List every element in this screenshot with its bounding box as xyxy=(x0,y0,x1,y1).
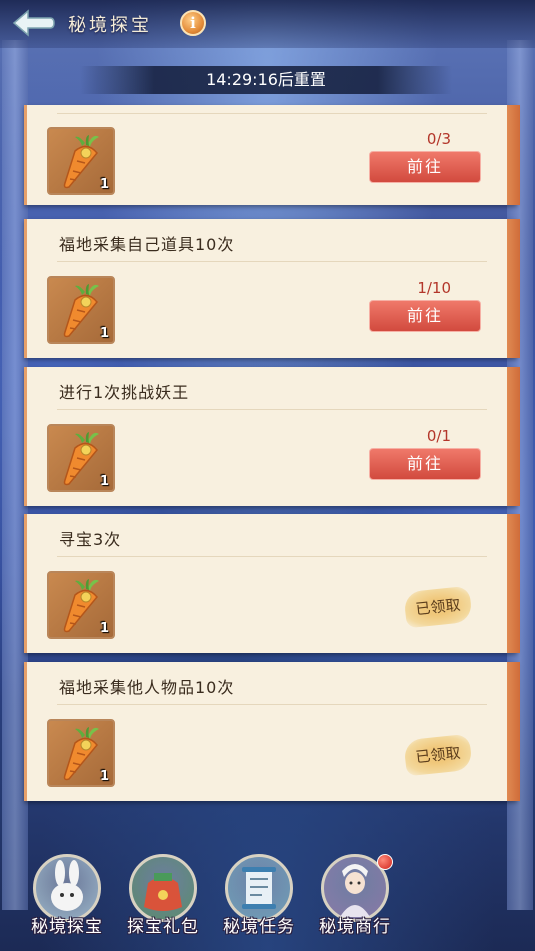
reward-quantity: 1 xyxy=(99,769,109,784)
task-progress: 0/3 xyxy=(426,130,451,148)
reward-item[interactable]: 1 xyxy=(47,276,115,344)
card-divider xyxy=(57,113,487,114)
claimed-badge: 已领取 xyxy=(403,585,473,629)
info-icon[interactable]: i xyxy=(180,10,206,36)
card-divider xyxy=(57,261,487,262)
notification-dot xyxy=(377,854,393,870)
nav-item[interactable]: 秘境任务 xyxy=(211,848,307,948)
nav-label: 秘境任务 xyxy=(223,917,295,937)
task-card: 福地采集他人物品10次 1 已领取 xyxy=(24,662,520,801)
task-title: 福地采集他人物品10次 xyxy=(59,678,235,697)
card-divider xyxy=(57,556,487,557)
go-button[interactable]: 前往 xyxy=(369,448,481,480)
nav-label: 秘境商行 xyxy=(319,917,391,937)
task-progress: 1/10 xyxy=(417,279,451,297)
reward-item[interactable]: 1 xyxy=(47,719,115,787)
reward-item[interactable]: 1 xyxy=(47,127,115,195)
card-divider xyxy=(57,704,487,705)
claimed-badge: 已领取 xyxy=(403,733,473,777)
back-arrow-icon xyxy=(12,9,55,37)
task-title: 进行1次挑战妖王 xyxy=(59,383,190,402)
task-progress: 0/1 xyxy=(426,427,451,445)
task-title: 福地采集自己道具10次 xyxy=(59,235,235,254)
task-card: 进行1次挑战妖王 1 0/1 前往 xyxy=(24,367,520,506)
reward-quantity: 1 xyxy=(99,474,109,489)
reward-quantity: 1 xyxy=(99,177,109,192)
task-card: 福地采集自己道具10次 1 1/10 前往 xyxy=(24,219,520,358)
reward-quantity: 1 xyxy=(99,621,109,636)
reset-timer: 14:29:16后重置 xyxy=(80,66,452,94)
go-button[interactable]: 前往 xyxy=(369,151,481,183)
nav-label: 秘境探宝 xyxy=(31,917,103,937)
reward-item[interactable]: 1 xyxy=(47,424,115,492)
reward-quantity: 1 xyxy=(99,326,109,341)
back-button[interactable] xyxy=(10,6,56,40)
nav-item[interactable]: 秘境商行 xyxy=(307,848,403,948)
page-title: 秘境探宝 xyxy=(68,15,152,36)
task-title: 寻宝3次 xyxy=(59,530,122,549)
nav-label: 探宝礼包 xyxy=(127,917,199,937)
card-divider xyxy=(57,409,487,410)
task-card: 寻宝3次 1 已领取 xyxy=(24,514,520,653)
go-button[interactable]: 前往 xyxy=(369,300,481,332)
bottom-nav: 秘境探宝 探宝礼包 秘境任务 秘境商行 xyxy=(0,848,535,951)
task-card: 1 0/3 前往 xyxy=(24,105,520,205)
reward-item[interactable]: 1 xyxy=(47,571,115,639)
header: 秘境探宝 i xyxy=(0,0,535,48)
nav-item[interactable]: 探宝礼包 xyxy=(115,848,211,948)
nav-item[interactable]: 秘境探宝 xyxy=(19,848,115,948)
